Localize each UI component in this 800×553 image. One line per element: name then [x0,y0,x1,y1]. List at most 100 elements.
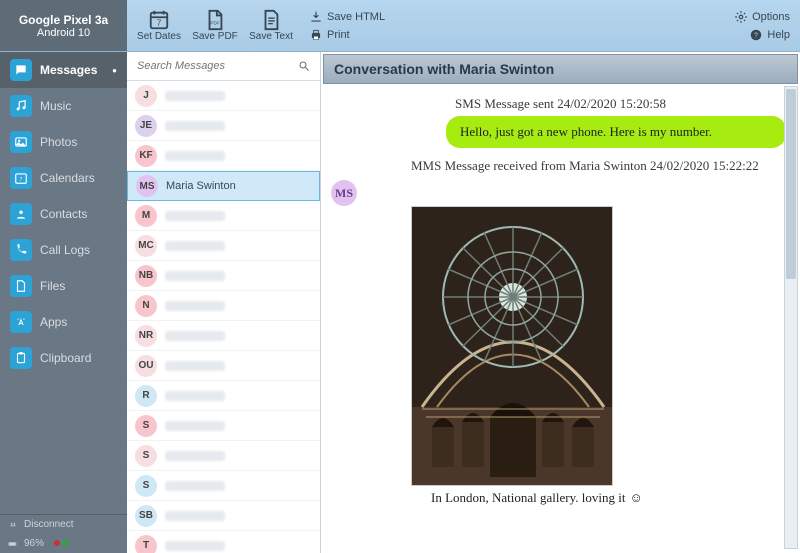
contact-item[interactable]: SB [127,501,320,531]
contact-item[interactable]: T [127,531,320,553]
contact-avatar: M [135,205,157,227]
sent-meta: SMS Message sent 24/02/2020 15:20:58 [331,96,790,112]
options-label: Options [752,11,790,23]
photos-icon [10,131,32,153]
clipboard-icon [10,347,32,369]
battery-label: 96% [24,538,44,549]
contact-avatar: KF [135,145,157,167]
contacts-icon [10,203,32,225]
contact-item[interactable]: NB [127,261,320,291]
toolbar: 7 Set Dates PDF Save PDF Save Text Save … [127,0,393,51]
disconnect-button[interactable]: Disconnect [0,515,127,534]
contact-item[interactable]: OU [127,351,320,381]
print-button[interactable]: Print [309,28,385,42]
mms-caption: In London, National gallery. loving it ☺ [431,490,790,506]
sent-bubble: Hello, just got a new phone. Here is my … [446,116,786,148]
conversation-body: SMS Message sent 24/02/2020 15:20:58 Hel… [321,86,800,553]
svg-text:?: ? [754,32,758,39]
help-label: Help [767,29,790,41]
sender-avatar: MS [331,180,357,206]
sidebar-item-photos[interactable]: Photos [0,124,127,160]
set-dates-button[interactable]: 7 Set Dates [133,1,185,51]
main-area: Messages Music Photos 7 Calendars Contac… [0,52,800,553]
contact-item[interactable]: J [127,81,320,111]
mms-image[interactable] [411,206,613,486]
conversation-title: Conversation with Maria Swinton [323,54,798,84]
text-file-icon [260,9,282,31]
printer-icon [309,28,323,42]
contact-name-redacted [165,361,225,371]
contact-avatar: R [135,385,157,407]
contact-avatar: NR [135,325,157,347]
save-text-button[interactable]: Save Text [245,1,297,51]
sidebar-bottom: Disconnect 96% [0,514,127,553]
contact-name-redacted [165,451,225,461]
contact-item[interactable]: NR [127,321,320,351]
smile-icon: ☺ [629,490,642,506]
disconnect-label: Disconnect [24,519,73,530]
save-text-label: Save Text [249,31,293,42]
save-pdf-button[interactable]: PDF Save PDF [189,1,241,51]
app-header: Google Pixel 3a Android 10 7 Set Dates P… [0,0,800,52]
contact-avatar: JE [135,115,157,137]
contact-item[interactable]: N [127,291,320,321]
sidebar-item-calendars[interactable]: 7 Calendars [0,160,127,196]
contact-item[interactable]: MS Maria Swinton [127,171,320,201]
sidebar-item-music[interactable]: Music [0,88,127,124]
search-wrap [127,52,320,81]
sidebar-item-clipboard[interactable]: Clipboard [0,340,127,376]
contact-item[interactable]: MC [127,231,320,261]
print-label: Print [327,29,350,41]
contact-item[interactable]: S [127,411,320,441]
set-dates-label: Set Dates [137,31,181,42]
contact-avatar: S [135,445,157,467]
sidebar-item-call-logs[interactable]: Call Logs [0,232,127,268]
sidebar-item-label: Clipboard [40,351,91,365]
header-right: Options ? Help [734,0,800,51]
received-message: MS [331,178,790,206]
contact-avatar: NB [135,265,157,287]
device-os: Android 10 [37,27,90,39]
contact-avatar: MS [136,175,158,197]
sidebar-item-contacts[interactable]: Contacts [0,196,127,232]
scrollbar-thumb[interactable] [786,89,796,279]
contact-item[interactable]: S [127,441,320,471]
contact-item[interactable]: M [127,201,320,231]
contact-name-redacted [165,211,225,221]
sidebar-item-files[interactable]: Files [0,268,127,304]
contact-name-redacted [165,421,225,431]
sidebar-item-label: Photos [40,135,77,149]
phone-icon [10,239,32,261]
sidebar-item-label: Files [40,279,65,293]
caption-text: In London, National gallery. loving it [431,490,625,506]
contact-avatar: MC [135,235,157,257]
battery-icon [8,539,18,549]
contact-item[interactable]: S [127,471,320,501]
conversation-scrollbar[interactable] [784,86,798,549]
options-button[interactable]: Options [734,10,790,24]
sidebar-item-label: Call Logs [40,243,90,257]
device-info: Google Pixel 3a Android 10 [0,0,127,51]
contact-item[interactable]: KF [127,141,320,171]
contact-item[interactable]: JE [127,111,320,141]
contact-list: JJEKFMSMaria SwintonMMCNBNNROURSSSSBT [127,81,320,553]
sidebar-item-label: Messages [40,63,97,77]
toolbar-secondary: Save HTML Print [301,6,393,46]
contact-name-redacted [165,391,225,401]
calendar-icon: 7 [148,9,170,31]
received-meta: MMS Message received from Maria Swinton … [411,158,790,174]
contact-name-redacted [165,271,225,281]
save-html-button[interactable]: Save HTML [309,10,385,24]
contact-name: Maria Swinton [166,180,236,192]
sidebar-item-apps[interactable]: A Apps [0,304,127,340]
sidebar-item-label: Calendars [40,171,95,185]
contacts-panel: JJEKFMSMaria SwintonMMCNBNNROURSSSSBT [127,52,321,553]
search-input[interactable] [133,56,314,76]
sidebar-item-label: Music [40,99,71,113]
sidebar-item-messages[interactable]: Messages [0,52,127,88]
download-icon [309,10,323,24]
help-button[interactable]: ? Help [734,28,790,42]
contact-name-redacted [165,91,225,101]
conversation-panel: Conversation with Maria Swinton SMS Mess… [321,52,800,553]
contact-item[interactable]: R [127,381,320,411]
